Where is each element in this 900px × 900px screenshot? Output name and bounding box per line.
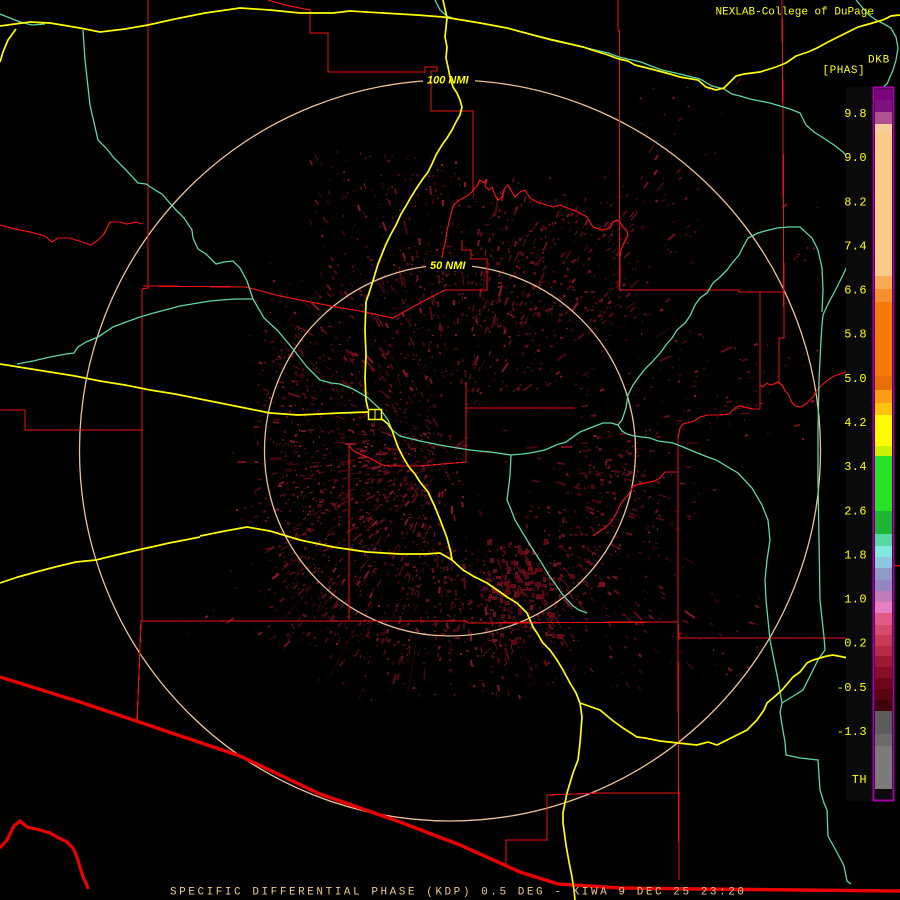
svg-text:1.0: 1.0 xyxy=(844,593,867,607)
svg-text:2.6: 2.6 xyxy=(844,504,867,518)
svg-text:9.8: 9.8 xyxy=(844,107,867,121)
svg-text:6.6: 6.6 xyxy=(844,284,867,298)
svg-text:TH: TH xyxy=(852,773,867,787)
svg-text:SPECIFIC DIFFERENTIAL PHASE (K: SPECIFIC DIFFERENTIAL PHASE (KDP) 0.5 DE… xyxy=(170,886,747,898)
svg-text:5.0: 5.0 xyxy=(844,372,867,386)
svg-text:7.4: 7.4 xyxy=(844,239,867,253)
svg-text:50 NMI: 50 NMI xyxy=(430,260,466,272)
svg-text:[PHAS]: [PHAS] xyxy=(823,65,866,77)
svg-text:100 NMI: 100 NMI xyxy=(427,75,470,87)
svg-text:-1.3: -1.3 xyxy=(837,725,867,739)
svg-text:5.8: 5.8 xyxy=(844,328,867,342)
svg-text:-0.5: -0.5 xyxy=(837,681,867,695)
svg-text:8.2: 8.2 xyxy=(844,195,867,209)
svg-text:3.4: 3.4 xyxy=(844,460,867,474)
svg-text:0.2: 0.2 xyxy=(844,637,867,651)
svg-text:NEXLAB-College of DuPage: NEXLAB-College of DuPage xyxy=(716,7,874,19)
svg-text:1.8: 1.8 xyxy=(844,548,867,562)
svg-text:DKB: DKB xyxy=(868,55,890,67)
svg-text:9.0: 9.0 xyxy=(844,151,867,165)
svg-text:4.2: 4.2 xyxy=(844,416,867,430)
